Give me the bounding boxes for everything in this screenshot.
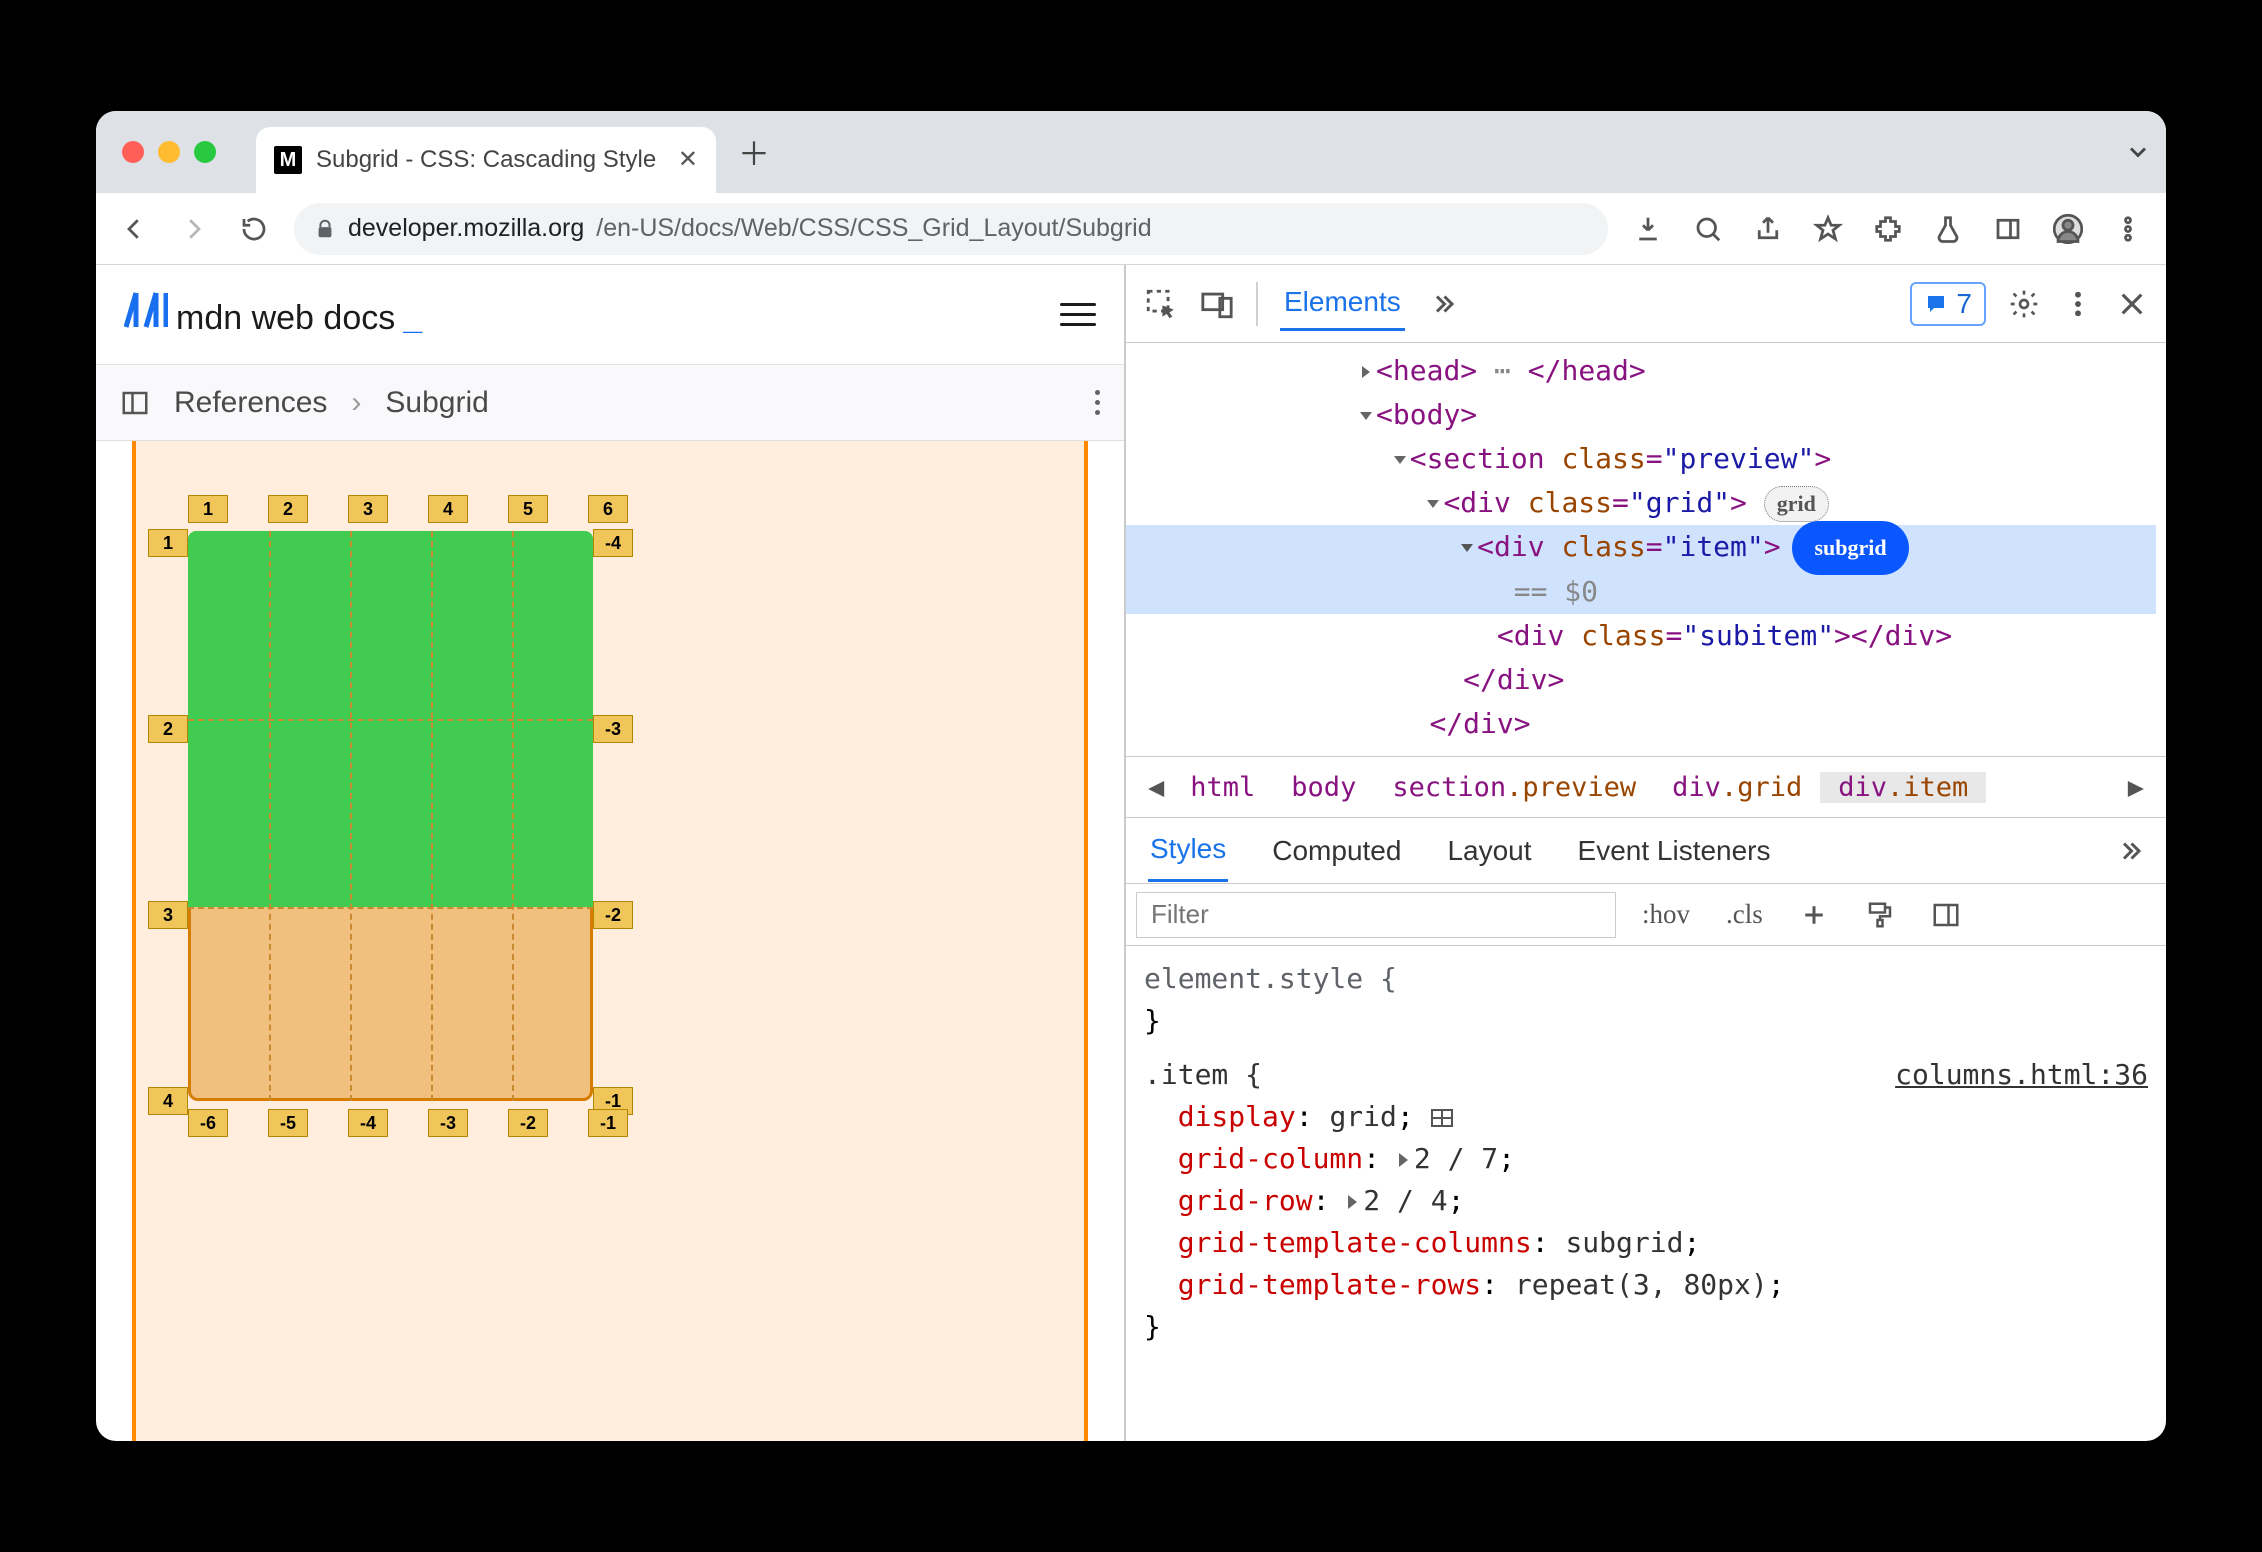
maximize-window-button[interactable]: [194, 141, 216, 163]
devtools-close-icon[interactable]: [2116, 288, 2148, 320]
grid-indicator-icon[interactable]: [1431, 1109, 1453, 1127]
close-tab-button[interactable]: ✕: [678, 148, 698, 172]
grid-badge[interactable]: grid: [1764, 486, 1829, 522]
toggle-sidebar-icon[interactable]: [120, 388, 150, 418]
cls-toggle[interactable]: .cls: [1716, 899, 1773, 930]
grid-visualization: [188, 531, 593, 1101]
tab-layout[interactable]: Layout: [1445, 821, 1533, 881]
grid-subitem-box: [188, 531, 593, 907]
url-path: /en-US/docs/Web/CSS/CSS_Grid_Layout/Subg…: [596, 214, 1151, 243]
url-domain: developer.mozilla.org: [348, 214, 584, 243]
mdn-logo-cursor: _: [403, 299, 422, 338]
crumb-right-arrow-icon[interactable]: ▶: [2120, 772, 2152, 803]
new-rule-icon[interactable]: [1789, 900, 1839, 930]
device-toolbar-icon[interactable]: [1200, 287, 1234, 321]
issues-button[interactable]: 7: [1910, 282, 1986, 326]
kebab-icon[interactable]: [2108, 209, 2148, 249]
more-subtabs-icon[interactable]: [2114, 836, 2144, 866]
sidepanel-icon[interactable]: [1988, 209, 2028, 249]
page-actions-kebab[interactable]: [1095, 390, 1100, 415]
tab-event-listeners[interactable]: Event Listeners: [1576, 821, 1773, 881]
devtools-tab-elements[interactable]: Elements: [1280, 276, 1405, 331]
tab-computed[interactable]: Computed: [1270, 821, 1403, 881]
subgrid-badge[interactable]: subgrid: [1797, 526, 1903, 570]
breadcrumb-current: Subgrid: [385, 386, 488, 420]
favicon-icon: M: [274, 146, 302, 174]
toolbar: developer.mozilla.org/en-US/docs/Web/CSS…: [96, 193, 2166, 265]
devtools-panel: Elements 7 <head> ⋯ </head>: [1126, 265, 2166, 1441]
titlebar: M Subgrid - CSS: Cascading Style ✕ ＋: [96, 111, 2166, 193]
grid-col-labels-bottom: -6-5-4-3-2-1: [188, 1109, 668, 1137]
issues-count: 7: [1956, 288, 1972, 320]
reload-button[interactable]: [234, 209, 274, 249]
crumb-left-arrow-icon[interactable]: ◀: [1140, 772, 1172, 803]
browser-window: M Subgrid - CSS: Cascading Style ✕ ＋ dev…: [96, 111, 2166, 1441]
inspect-element-icon[interactable]: [1144, 287, 1178, 321]
install-app-icon[interactable]: [1628, 209, 1668, 249]
chevron-right-icon: ›: [351, 386, 361, 420]
mdn-logo-text: mdn web docs: [176, 299, 395, 338]
extensions-icon[interactable]: [1868, 209, 1908, 249]
sidebar-toggle-icon[interactable]: [1921, 900, 1971, 930]
browser-tab[interactable]: M Subgrid - CSS: Cascading Style ✕: [256, 127, 716, 193]
profile-icon[interactable]: [2048, 209, 2088, 249]
dom-breadcrumb[interactable]: ◀ html body section.preview div.grid div…: [1126, 756, 2166, 818]
more-tabs-icon[interactable]: [1427, 289, 1457, 319]
mdn-logo[interactable]: mdn web docs _: [124, 291, 422, 338]
rule-source-link[interactable]: columns.html:36: [1895, 1054, 2148, 1096]
lock-icon: [314, 218, 336, 240]
address-bar[interactable]: developer.mozilla.org/en-US/docs/Web/CSS…: [294, 203, 1608, 255]
bookmark-icon[interactable]: [1808, 209, 1848, 249]
styles-filter-input[interactable]: [1136, 892, 1616, 938]
selected-dom-node[interactable]: <div class="item"> subgrid: [1126, 525, 2156, 570]
tab-styles[interactable]: Styles: [1148, 819, 1228, 882]
devtools-toolbar: Elements 7: [1126, 265, 2166, 343]
labs-icon[interactable]: [1928, 209, 1968, 249]
page-viewport: mdn web docs _ References › Subgrid 1: [96, 265, 1126, 1441]
settings-icon[interactable]: [2008, 288, 2040, 320]
minimize-window-button[interactable]: [158, 141, 180, 163]
styles-filter-row: :hov .cls: [1126, 884, 2166, 946]
styles-subtabs: Styles Computed Layout Event Listeners: [1126, 818, 2166, 884]
tab-title: Subgrid - CSS: Cascading Style: [316, 146, 664, 174]
paint-icon[interactable]: [1855, 900, 1905, 930]
grid-col-labels-top: 123456: [188, 495, 668, 523]
window-controls: [122, 141, 216, 163]
grid-row-labels-right: -4-3-2-1: [593, 529, 633, 1273]
hov-toggle[interactable]: :hov: [1632, 899, 1700, 930]
zoom-icon[interactable]: [1688, 209, 1728, 249]
devtools-kebab-icon[interactable]: [2062, 288, 2094, 320]
mdn-logo-icon: [124, 291, 168, 329]
example-preview: 123456 1234 -4-3-2-1 -6-5-4-3-2-1: [132, 441, 1088, 1441]
back-button[interactable]: [114, 209, 154, 249]
breadcrumb-bar: References › Subgrid: [96, 365, 1124, 441]
hamburger-icon[interactable]: [1060, 303, 1096, 326]
breadcrumb-references[interactable]: References: [174, 386, 327, 420]
new-tab-button[interactable]: ＋: [738, 129, 770, 175]
share-icon[interactable]: [1748, 209, 1788, 249]
close-window-button[interactable]: [122, 141, 144, 163]
dom-tree[interactable]: <head> ⋯ </head> <body> <section class="…: [1126, 343, 2166, 756]
forward-button[interactable]: [174, 209, 214, 249]
styles-rules[interactable]: element.style { } .item {columns.html:36…: [1126, 946, 2166, 1360]
grid-row-labels-left: 1234: [148, 529, 188, 1273]
toolbar-actions: [1628, 209, 2148, 249]
mdn-header: mdn web docs _: [96, 265, 1124, 365]
tab-list-button[interactable]: [2124, 138, 2152, 166]
